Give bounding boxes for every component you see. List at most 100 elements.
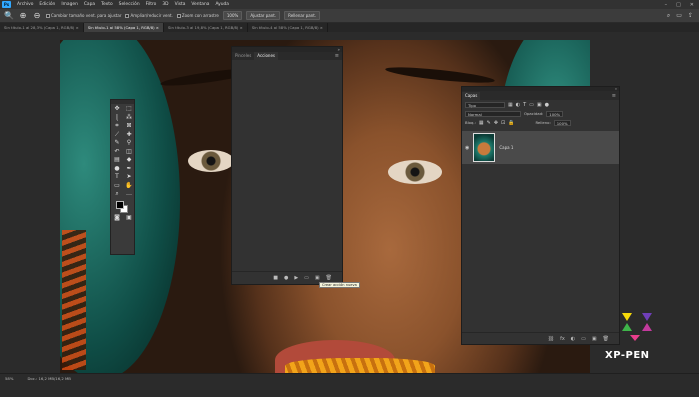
zoom-out-icon[interactable]: ⊖ bbox=[32, 11, 42, 20]
lasso-tool-icon[interactable]: ɭ bbox=[111, 114, 123, 123]
tab-capas[interactable]: Capas bbox=[462, 91, 481, 100]
screen-mode-icon[interactable]: ▣ bbox=[123, 214, 135, 223]
shape-tool-icon[interactable]: ▭ bbox=[111, 182, 123, 191]
collapse-icon[interactable]: » bbox=[615, 87, 617, 91]
move-tool-icon[interactable]: ✥ bbox=[111, 105, 123, 114]
quick-select-tool-icon[interactable]: ⁂ bbox=[123, 114, 135, 123]
pen-tool-icon[interactable]: ✒ bbox=[123, 165, 135, 174]
new-set-icon[interactable]: ▭ bbox=[304, 275, 309, 281]
eraser-tool-icon[interactable]: ◫ bbox=[123, 148, 135, 157]
crop-tool-icon[interactable]: ⌗ bbox=[111, 122, 123, 131]
close-icon[interactable]: ✕ bbox=[690, 2, 694, 8]
lock-artboard-icon[interactable]: ⊡ bbox=[501, 120, 505, 126]
visibility-eye-icon[interactable]: ◉ bbox=[465, 145, 469, 151]
brush-tool-icon[interactable]: ✎ bbox=[111, 139, 123, 148]
type-tool-icon[interactable]: T bbox=[111, 173, 123, 182]
maximize-icon[interactable]: □ bbox=[676, 2, 681, 8]
filter-toggle-icon[interactable]: ● bbox=[545, 102, 549, 108]
menu-imagen[interactable]: Imagen bbox=[58, 2, 81, 7]
filter-type-icon[interactable]: T bbox=[523, 102, 526, 108]
new-layer-icon[interactable]: ▣ bbox=[592, 336, 597, 342]
zoom-all-checkbox[interactable]: Ampliar/reducir vent. bbox=[125, 13, 173, 18]
layer-row[interactable]: ◉ Capa 1 bbox=[462, 131, 619, 164]
new-action-icon[interactable]: ▣ bbox=[315, 275, 320, 281]
lock-pixels-icon[interactable]: ▦ bbox=[479, 120, 484, 126]
actions-list[interactable] bbox=[232, 60, 342, 271]
filter-smart-icon[interactable]: ▣ bbox=[537, 102, 542, 108]
zoom-100-button[interactable]: 100% bbox=[222, 11, 243, 20]
play-icon[interactable]: ▶ bbox=[294, 275, 298, 281]
gradient-tool-icon[interactable]: ▤ bbox=[111, 156, 123, 165]
zoom-tool-panel-icon[interactable]: ⌕ bbox=[111, 190, 123, 199]
filter-shape-icon[interactable]: ▭ bbox=[529, 102, 534, 108]
tab-document-4[interactable]: Sin título-4 al 58% (Capa 1, RGB/8) × bbox=[248, 23, 328, 32]
record-icon[interactable]: ● bbox=[284, 275, 288, 281]
tab-document-3[interactable]: Sin título-3 al 19,8% (Capa 1, RGB/8) × bbox=[164, 23, 248, 32]
layer-name[interactable]: Capa 1 bbox=[499, 145, 513, 150]
menu-ventana[interactable]: Ventana bbox=[188, 2, 212, 7]
tab-acciones[interactable]: Acciones bbox=[254, 52, 278, 60]
document-tabs: Sin título-1 al 28,3% (Capa 1, RGB/8) × … bbox=[0, 23, 699, 32]
marquee-tool-icon[interactable]: ⬚ bbox=[123, 105, 135, 114]
opacity-input[interactable]: 100% bbox=[546, 110, 564, 117]
frame-tool-icon[interactable]: ⊠ bbox=[123, 122, 135, 131]
options-bar: 🔍 ⊕ ⊖ Cambiar tamaño vent. para ajustar … bbox=[0, 9, 699, 23]
add-mask-icon[interactable]: ◐ bbox=[571, 336, 575, 342]
menu-ayuda[interactable]: Ayuda bbox=[212, 2, 232, 7]
new-group-icon[interactable]: ▭ bbox=[581, 336, 586, 342]
menu-archivo[interactable]: Archivo bbox=[14, 2, 36, 7]
opacity-label: Opacidad: bbox=[524, 111, 544, 116]
menu-vista[interactable]: Vista bbox=[172, 2, 189, 7]
tab-document-2[interactable]: Sin título-1 al 58% (Capa 1, RGB/8) × bbox=[83, 23, 164, 32]
menu-texto[interactable]: Texto bbox=[98, 2, 116, 7]
menu-filtro[interactable]: Filtro bbox=[143, 2, 160, 7]
clone-stamp-icon[interactable]: ⚲ bbox=[123, 139, 135, 148]
zoom-level[interactable]: 58% bbox=[5, 376, 13, 381]
delete-layer-icon[interactable]: 🗑 bbox=[603, 336, 609, 342]
link-layers-icon[interactable]: ⛓ bbox=[548, 336, 554, 342]
layer-filter-select[interactable]: Tipo bbox=[465, 101, 505, 108]
lock-all-icon[interactable]: 🔒 bbox=[508, 120, 514, 126]
share-icon[interactable]: ⇪ bbox=[688, 12, 693, 20]
trash-icon[interactable]: 🗑 bbox=[326, 275, 332, 281]
workspace-icon[interactable]: ▭ bbox=[676, 12, 682, 20]
scrubby-zoom-checkbox[interactable]: Zoom con arrastre bbox=[176, 13, 219, 18]
healing-brush-icon[interactable]: ✚ bbox=[123, 131, 135, 140]
blur-tool-icon[interactable]: ◆ bbox=[123, 156, 135, 165]
layer-thumbnail bbox=[473, 133, 496, 162]
stop-icon[interactable]: ■ bbox=[273, 275, 278, 281]
lock-position-icon[interactable]: ✥ bbox=[494, 120, 498, 126]
layers-footer: ⛓ fx ◐ ▭ ▣ 🗑 bbox=[462, 332, 619, 344]
foreground-color-swatch[interactable] bbox=[116, 200, 124, 209]
menu-edicion[interactable]: Edición bbox=[36, 2, 58, 7]
eyedropper-tool-icon[interactable]: ⟋ bbox=[111, 131, 123, 140]
fill-screen-button[interactable]: Rellenar pant. bbox=[284, 11, 321, 20]
menu-seleccion[interactable]: Selección bbox=[116, 2, 143, 7]
tab-pinceles[interactable]: Pinceles bbox=[232, 52, 254, 60]
filter-pixel-icon[interactable]: ▦ bbox=[508, 102, 513, 108]
eye-right bbox=[388, 160, 442, 184]
zoom-in-icon[interactable]: ⊕ bbox=[18, 11, 28, 20]
panel-menu-icon[interactable]: ≡ bbox=[335, 53, 342, 59]
more-tools-icon[interactable]: … bbox=[123, 190, 135, 199]
fill-input[interactable]: 100% bbox=[553, 119, 571, 126]
layer-style-icon[interactable]: fx bbox=[560, 336, 565, 342]
path-select-icon[interactable]: ➤ bbox=[123, 173, 135, 182]
filter-adjust-icon[interactable]: ◐ bbox=[516, 102, 520, 108]
blend-mode-select[interactable]: Normal bbox=[465, 110, 521, 117]
zoom-tool-icon[interactable]: 🔍 bbox=[4, 11, 14, 20]
layers-menu-icon[interactable]: ≡ bbox=[612, 93, 619, 99]
menu-capa[interactable]: Capa bbox=[81, 2, 98, 7]
minimize-icon[interactable]: – bbox=[665, 2, 668, 8]
dodge-tool-icon[interactable]: ● bbox=[111, 165, 123, 174]
fit-screen-button[interactable]: Ajustar pant. bbox=[246, 11, 281, 20]
tab-document-1[interactable]: Sin título-1 al 28,3% (Capa 1, RGB/8) × bbox=[0, 23, 84, 32]
lock-paint-icon[interactable]: ✎ bbox=[487, 120, 491, 126]
resize-windows-checkbox[interactable]: Cambiar tamaño vent. para ajustar bbox=[46, 13, 121, 18]
quick-mask-icon[interactable]: ◙ bbox=[111, 214, 123, 223]
search-icon[interactable]: ⌕ bbox=[667, 12, 670, 20]
history-brush-icon[interactable]: ↶ bbox=[111, 148, 123, 157]
hand-tool-icon[interactable]: ✋ bbox=[123, 182, 135, 191]
collapse-icon[interactable]: » bbox=[338, 47, 340, 52]
menu-3d[interactable]: 3D bbox=[159, 2, 171, 7]
